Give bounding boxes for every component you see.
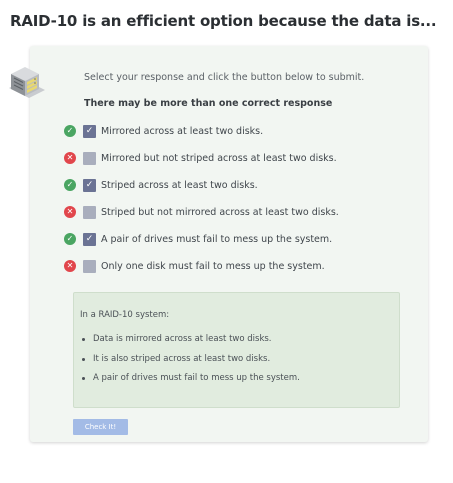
server-rack-icon (9, 67, 45, 98)
option-row[interactable]: ✕ Mirrored but not striped across at lea… (64, 150, 337, 166)
correct-check-icon: ✓ (64, 179, 76, 191)
incorrect-x-icon: ✕ (64, 260, 76, 272)
feedback-intro: In a RAID-10 system: (80, 310, 170, 320)
feedback-item: Data is mirrored across at least two dis… (80, 334, 300, 354)
option-label: Mirrored but not striped across at least… (101, 152, 337, 164)
option-row[interactable]: ✕ Only one disk must fail to mess up the… (64, 258, 325, 274)
checkbox-checked[interactable]: ✓ (83, 124, 96, 138)
feedback-list: Data is mirrored across at least two dis… (80, 334, 300, 393)
checkbox-unchecked[interactable] (83, 205, 96, 219)
option-row[interactable]: ✓ ✓ Striped across at least two disks. (64, 177, 258, 193)
checkbox-checked[interactable]: ✓ (83, 232, 96, 246)
option-label: Striped across at least two disks. (101, 179, 258, 191)
option-label: Striped but not mirrored across at least… (101, 206, 339, 218)
incorrect-x-icon: ✕ (64, 152, 76, 164)
option-row[interactable]: ✓ ✓ Mirrored across at least two disks. (64, 123, 263, 139)
option-row[interactable]: ✓ ✓ A pair of drives must fail to mess u… (64, 231, 332, 247)
feedback-item: A pair of drives must fail to mess up th… (80, 373, 300, 393)
correct-check-icon: ✓ (64, 125, 76, 137)
check-it-button[interactable]: Check It! (73, 419, 128, 435)
multiple-answer-note: There may be more than one correct respo… (84, 98, 333, 109)
checkbox-unchecked[interactable] (83, 259, 96, 273)
question-title: RAID-10 is an efficient option because t… (10, 12, 437, 30)
option-label: Only one disk must fail to mess up the s… (101, 260, 325, 272)
feedback-panel: In a RAID-10 system: Data is mirrored ac… (73, 292, 400, 408)
instructions-text: Select your response and click the butto… (84, 72, 365, 83)
option-label: Mirrored across at least two disks. (101, 125, 264, 137)
checkbox-unchecked[interactable] (83, 151, 96, 165)
option-row[interactable]: ✕ Striped but not mirrored across at lea… (64, 204, 339, 220)
checkbox-checked[interactable]: ✓ (83, 178, 96, 192)
option-label: A pair of drives must fail to mess up th… (101, 233, 333, 245)
correct-check-icon: ✓ (64, 233, 76, 245)
feedback-item: It is also striped across at least two d… (80, 354, 300, 374)
incorrect-x-icon: ✕ (64, 206, 76, 218)
